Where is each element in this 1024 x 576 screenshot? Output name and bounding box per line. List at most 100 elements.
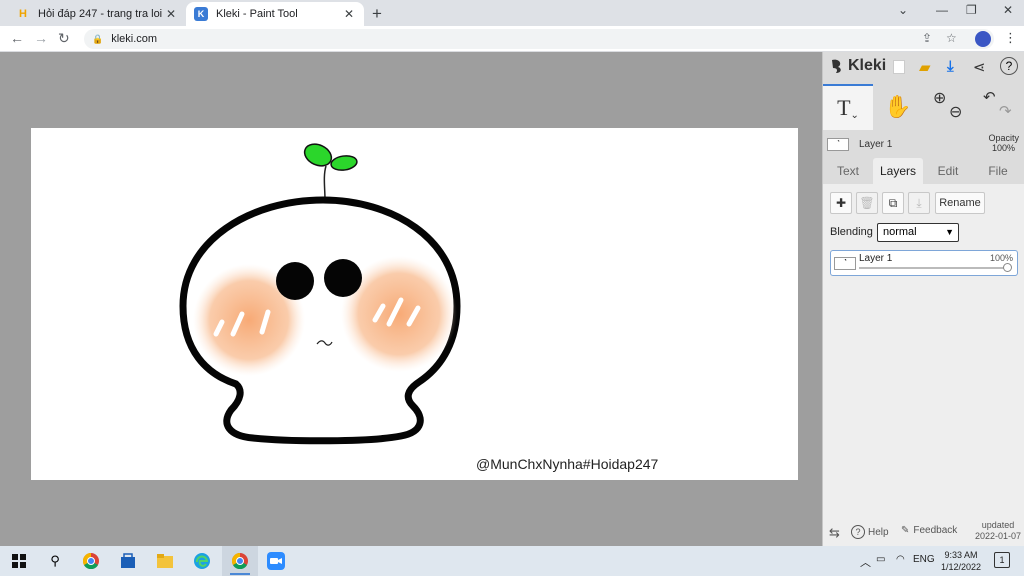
hand-tool-button[interactable]: ✋ (873, 84, 923, 130)
zoom-in-icon[interactable]: ⊕ (933, 88, 946, 108)
duplicate-icon: ⧉ (888, 195, 898, 210)
tab-search-icon[interactable]: ⌄ (898, 3, 908, 17)
clock-time: 9:33 AM (944, 550, 978, 560)
updated-label: updated (981, 520, 1015, 530)
redo-icon[interactable]: ↷ (999, 102, 1012, 120)
new-image-icon[interactable] (893, 60, 905, 74)
browser-toolbar: ← → ↻ 🔒 kleki.com ⇪ ☆ (0, 26, 1024, 52)
tab-text[interactable]: Text (823, 158, 873, 184)
hoidap-favicon-icon: H (19, 8, 27, 20)
window-close-button[interactable]: ✕ (1003, 3, 1013, 17)
tab-edit[interactable]: Edit (923, 158, 973, 184)
zoom-out-icon[interactable]: ⊖ (949, 102, 962, 122)
updated-info[interactable]: updated 2022-01-07 (975, 520, 1021, 542)
reload-icon[interactable]: ↻ (58, 30, 70, 47)
chevron-up-icon[interactable]: ︿ (860, 554, 871, 570)
duplicate-layer-button[interactable]: ⧉ (882, 192, 904, 214)
eye-left (276, 262, 314, 300)
hand-icon: ✋ (884, 94, 912, 119)
restore-button[interactable]: ❐ (966, 3, 977, 17)
edge-icon[interactable] (193, 552, 211, 570)
close-icon[interactable]: ✕ (342, 7, 356, 21)
open-folder-icon[interactable]: ▰ (919, 58, 931, 76)
help-icon: ? (851, 525, 865, 539)
zoom-app-icon[interactable] (267, 552, 285, 570)
text-tool-icon: T (837, 95, 851, 120)
chevron-down-icon[interactable]: ⌄ (851, 110, 859, 121)
lock-icon: 🔒 (92, 33, 104, 44)
rename-layer-button[interactable]: Rename (935, 192, 985, 214)
tab-title: Kleki - Paint Tool (216, 8, 298, 20)
file-explorer-icon[interactable] (156, 552, 174, 570)
add-layer-button[interactable]: ✚ (830, 192, 852, 214)
zoom-controls: ⊕ ⊖ (923, 84, 973, 130)
chevron-down-icon: ▼ (945, 227, 954, 237)
wifi-icon[interactable]: ◠ (896, 554, 905, 565)
back-icon[interactable]: ← (10, 30, 24, 46)
slider-handle[interactable] (1003, 263, 1012, 272)
sprout-stem (323, 165, 327, 201)
blending-value: normal (883, 226, 917, 238)
drawing-canvas[interactable]: @MunChxNynha#Hoidap247 (31, 128, 798, 480)
close-icon[interactable]: ✕ (164, 7, 178, 21)
share-icon[interactable]: ⇪ (922, 31, 932, 45)
browser-menu-icon[interactable]: ⋮ (1004, 30, 1017, 46)
tool-row: T ⌄ ✋ ⊕ ⊖ ↶ ↷ (823, 84, 1024, 130)
kleki-favicon-icon: K (194, 7, 208, 21)
brand-name: Kleki (848, 57, 887, 74)
layer-thumbnail: ◔ (827, 138, 849, 151)
opacity-label: Opacity (988, 133, 1019, 143)
notifications-icon[interactable]: 1 (994, 552, 1010, 568)
share-icon[interactable]: ⋖ (973, 58, 986, 76)
search-icon[interactable]: ⚲ (46, 552, 64, 570)
feedback-label: Feedback (913, 525, 958, 536)
clock-date: 1/12/2022 (940, 562, 982, 572)
merge-down-icon: ⤓ (916, 195, 922, 210)
canvas-workspace[interactable]: @MunChxNynha#Hoidap247 (0, 52, 822, 546)
layer-opacity-slider[interactable] (859, 267, 1009, 269)
language-indicator[interactable]: ENG (913, 554, 935, 565)
help-label: Help (868, 526, 889, 538)
tab-hoidap[interactable]: H Hỏi đáp 247 - trang tra loi ✕ (8, 2, 186, 26)
layer-list-item[interactable]: ◔ Layer 1 100% (830, 250, 1018, 276)
tab-kleki[interactable]: K Kleki - Paint Tool ✕ (186, 2, 364, 26)
download-icon[interactable]: ⤓ (947, 58, 954, 75)
taskbar-clock[interactable]: 9:33 AM 1/12/2022 (936, 549, 986, 573)
store-icon[interactable] (119, 552, 137, 570)
battery-icon[interactable]: ▭ (876, 554, 885, 565)
forward-icon[interactable]: → (34, 30, 48, 46)
trash-icon: 🗑 (859, 196, 875, 210)
blending-select[interactable]: normal ▼ (877, 223, 959, 242)
new-tab-button[interactable]: + (372, 4, 382, 24)
panel-footer: ⇆ ? Help ✎ Feedback updated 2022-01-07 (823, 518, 1024, 546)
windows-start-icon[interactable] (10, 552, 28, 570)
chrome-active-taskbar-icon[interactable] (231, 552, 249, 570)
active-indicator (230, 573, 250, 575)
windows-taskbar: ⚲ ︿ ▭ ◠ ENG 9:33 AM 1/12/2022 1 (0, 546, 1024, 576)
profile-avatar[interactable] (975, 31, 991, 47)
tab-layers[interactable]: Layers (873, 158, 923, 184)
current-layer-preview[interactable]: ◔ Layer 1 Opacity 100% (823, 132, 1024, 156)
opacity-value: 100% (991, 143, 1015, 153)
eye-right (324, 259, 362, 297)
help-icon[interactable]: ? (1000, 57, 1021, 75)
history-controls: ↶ ↷ (973, 84, 1023, 130)
tab-title: Hỏi đáp 247 - trang tra loi (38, 8, 163, 20)
chrome-taskbar-icon[interactable] (82, 552, 100, 570)
text-tool-button[interactable]: T ⌄ (823, 84, 873, 130)
help-link[interactable]: ? Help (851, 525, 889, 539)
delete-layer-button[interactable]: 🗑 (856, 192, 878, 214)
undo-icon[interactable]: ↶ (983, 88, 996, 106)
star-icon[interactable]: ☆ (946, 31, 957, 45)
minimize-button[interactable]: — (936, 3, 948, 17)
layers-panel: ✚ 🗑 ⧉ ⤓ Rename Blending normal ▼ ◔ Layer… (823, 184, 1024, 546)
kleki-logo-icon (832, 59, 841, 73)
merge-down-button[interactable]: ⤓ (908, 192, 930, 214)
layer-name: Layer 1 (859, 253, 893, 264)
layer-thumbnail: ◔ (834, 257, 856, 270)
swap-sides-icon[interactable]: ⇆ (829, 525, 840, 541)
tab-file[interactable]: File (973, 158, 1023, 184)
kleki-logo[interactable]: Kleki (829, 57, 886, 75)
address-bar[interactable]: 🔒 kleki.com (84, 29, 994, 49)
feedback-link[interactable]: ✎ Feedback (901, 525, 957, 536)
